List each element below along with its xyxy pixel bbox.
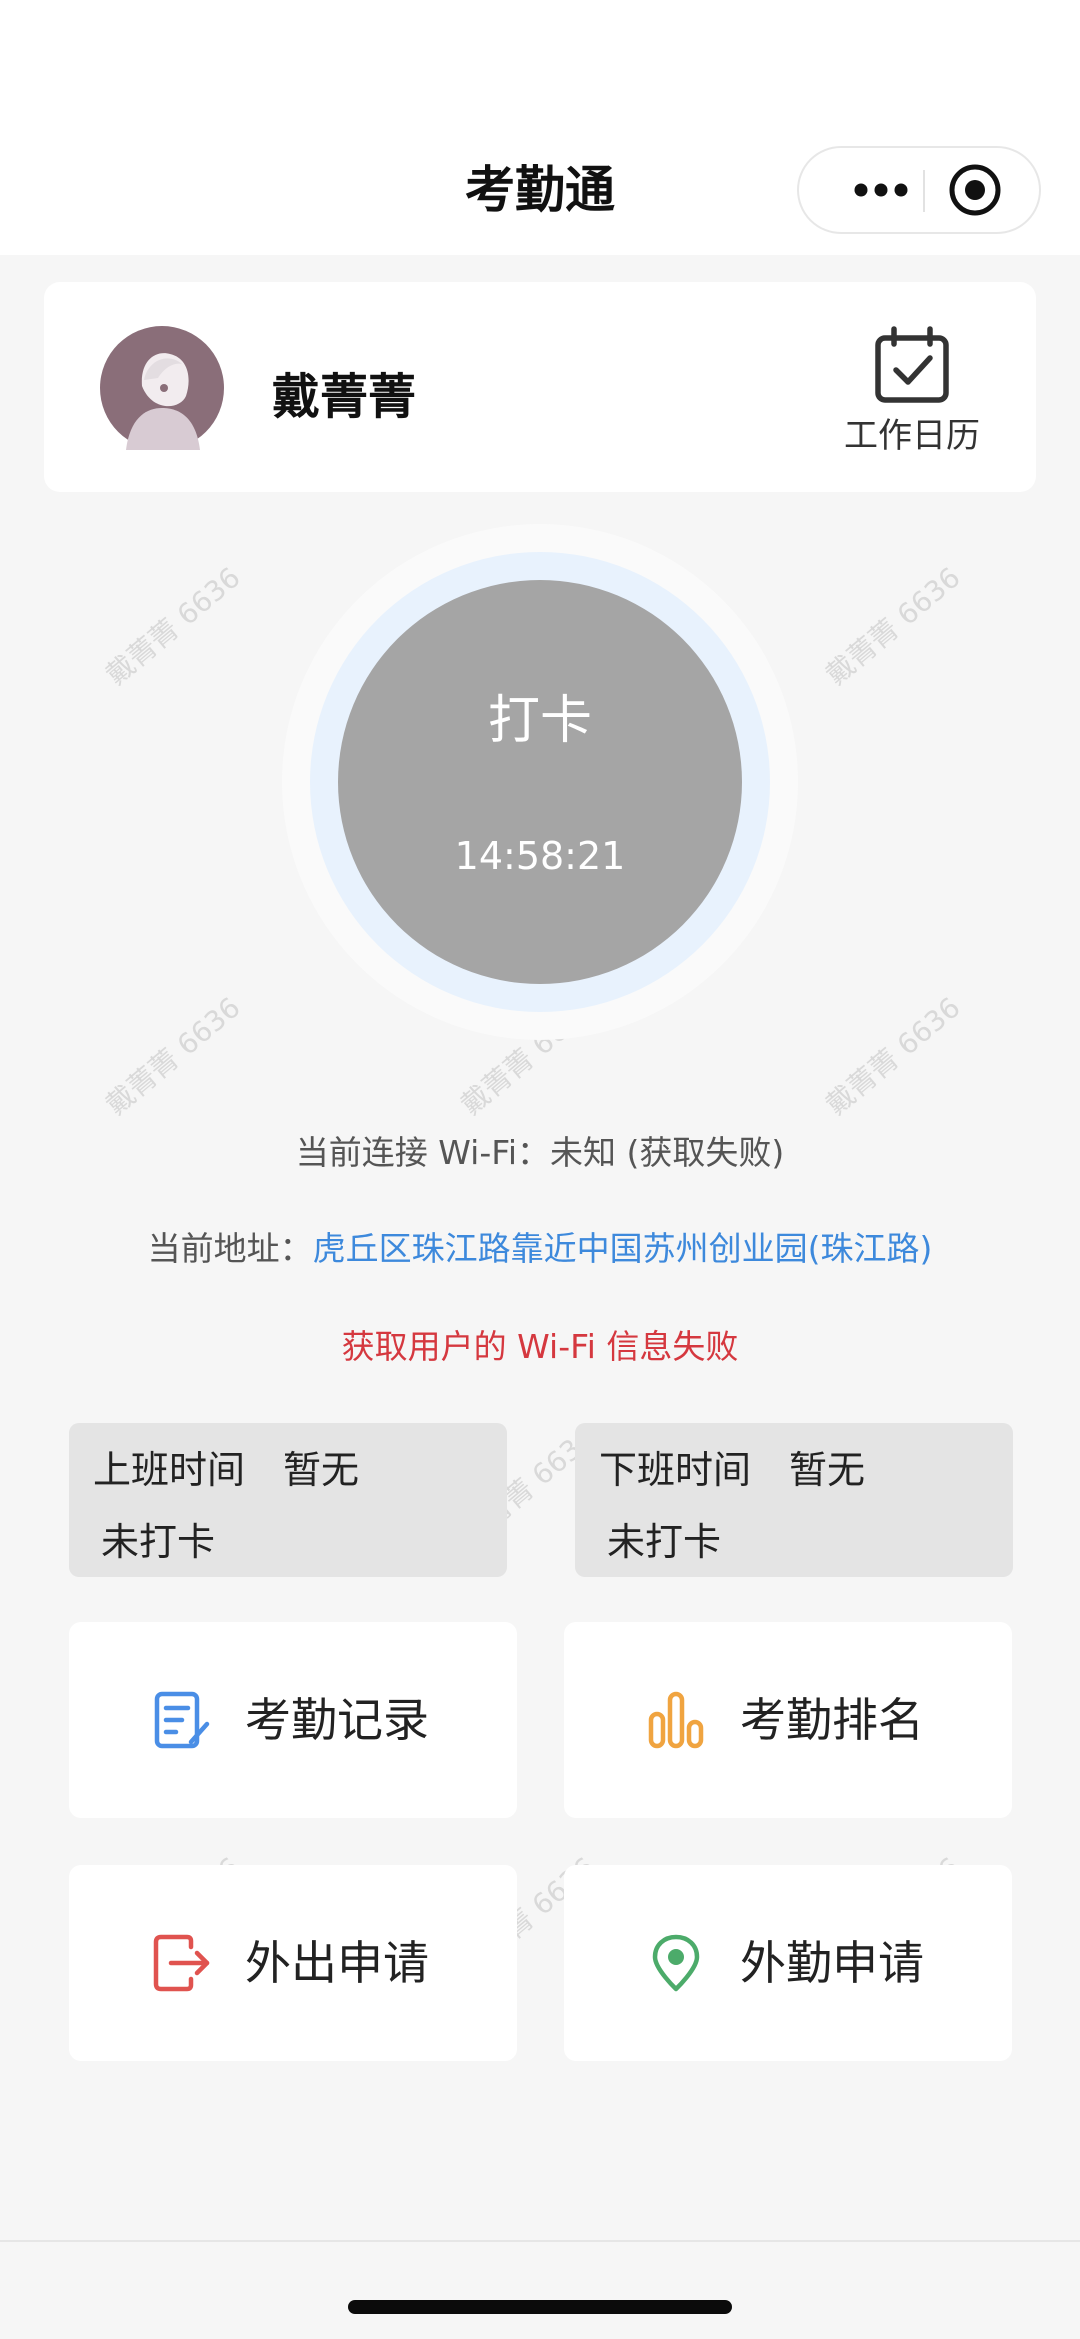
wifi-error-message: 获取用户的 Wi-Fi 信息失败 (341, 1327, 739, 1366)
attendance-ranking-button[interactable]: 考勤排名 (564, 1622, 1012, 1818)
watermark-text: 戴菁菁 6636 (99, 560, 247, 692)
punch-ring: 打卡 14:58:21 (310, 552, 770, 1012)
location-pin-icon (652, 1934, 700, 1992)
ranking-chart-icon (648, 1691, 704, 1749)
attendance-record-button[interactable]: 考勤记录 (69, 1622, 517, 1818)
wifi-status: 当前连接 Wi-Fi：未知 (获取失败) (295, 1133, 785, 1172)
address-line: 当前地址：虎丘区珠江路靠近中国苏州创业园(珠江路) (0, 1222, 1080, 1270)
attendance-record-label: 考勤记录 (245, 1693, 429, 1747)
clock-out-value: 暂无 (789, 1448, 866, 1492)
current-time: 14:58:21 (454, 834, 626, 878)
clock-in-value: 暂无 (283, 1448, 360, 1492)
work-calendar-button[interactable]: 工作日历 (832, 326, 992, 456)
address-link[interactable]: 虎丘区珠江路靠近中国苏州创业园(珠江路) (313, 1229, 933, 1268)
punch-button[interactable]: 打卡 14:58:21 (338, 580, 742, 984)
watermark-text: 戴菁菁 6636 (819, 560, 967, 692)
clock-out-card: 下班时间 暂无 未打卡 (575, 1423, 1013, 1577)
attendance-record-icon (154, 1691, 210, 1749)
punch-label: 打卡 (487, 691, 592, 751)
clock-in-card: 上班时间 暂无 未打卡 (69, 1423, 507, 1577)
outing-request-button[interactable]: 外出申请 (69, 1865, 517, 2061)
status-bar-area (0, 0, 1080, 140)
mini-program-capsule (797, 146, 1041, 234)
calendar-check-icon (875, 326, 949, 403)
clock-in-row: 上班时间 暂无 (93, 1439, 359, 1494)
avatar (100, 326, 224, 450)
field-work-request-label: 外勤申请 (740, 1936, 924, 1990)
field-work-request-button[interactable]: 外勤申请 (564, 1865, 1012, 2061)
user-name: 戴菁菁 (272, 369, 417, 425)
clock-out-label: 下班时间 (599, 1448, 752, 1492)
home-indicator[interactable] (348, 2300, 732, 2314)
watermark-text: 戴菁菁 6636 (99, 990, 247, 1122)
bottom-divider (0, 2240, 1080, 2242)
clock-out-row: 下班时间 暂无 (599, 1439, 865, 1494)
clock-out-status: 未打卡 (607, 1520, 722, 1564)
attendance-ranking-label: 考勤排名 (740, 1693, 924, 1747)
punch-halo: 打卡 14:58:21 (282, 524, 798, 1040)
work-calendar-label: 工作日历 (844, 416, 980, 456)
clock-in-label: 上班时间 (93, 1448, 246, 1492)
exit-door-icon (153, 1934, 210, 1992)
more-options-icon[interactable] (839, 148, 923, 232)
capsule-divider (923, 170, 925, 212)
clock-in-status: 未打卡 (101, 1520, 216, 1564)
watermark-text: 戴菁菁 6636 (819, 990, 967, 1122)
navigation-bar: 考勤通 (0, 140, 1080, 255)
outing-request-label: 外出申请 (245, 1936, 429, 1990)
user-card: 戴菁菁 工作日历 (44, 282, 1036, 492)
address-prefix: 当前地址： (147, 1229, 313, 1268)
close-mini-program-icon[interactable] (945, 160, 1005, 220)
